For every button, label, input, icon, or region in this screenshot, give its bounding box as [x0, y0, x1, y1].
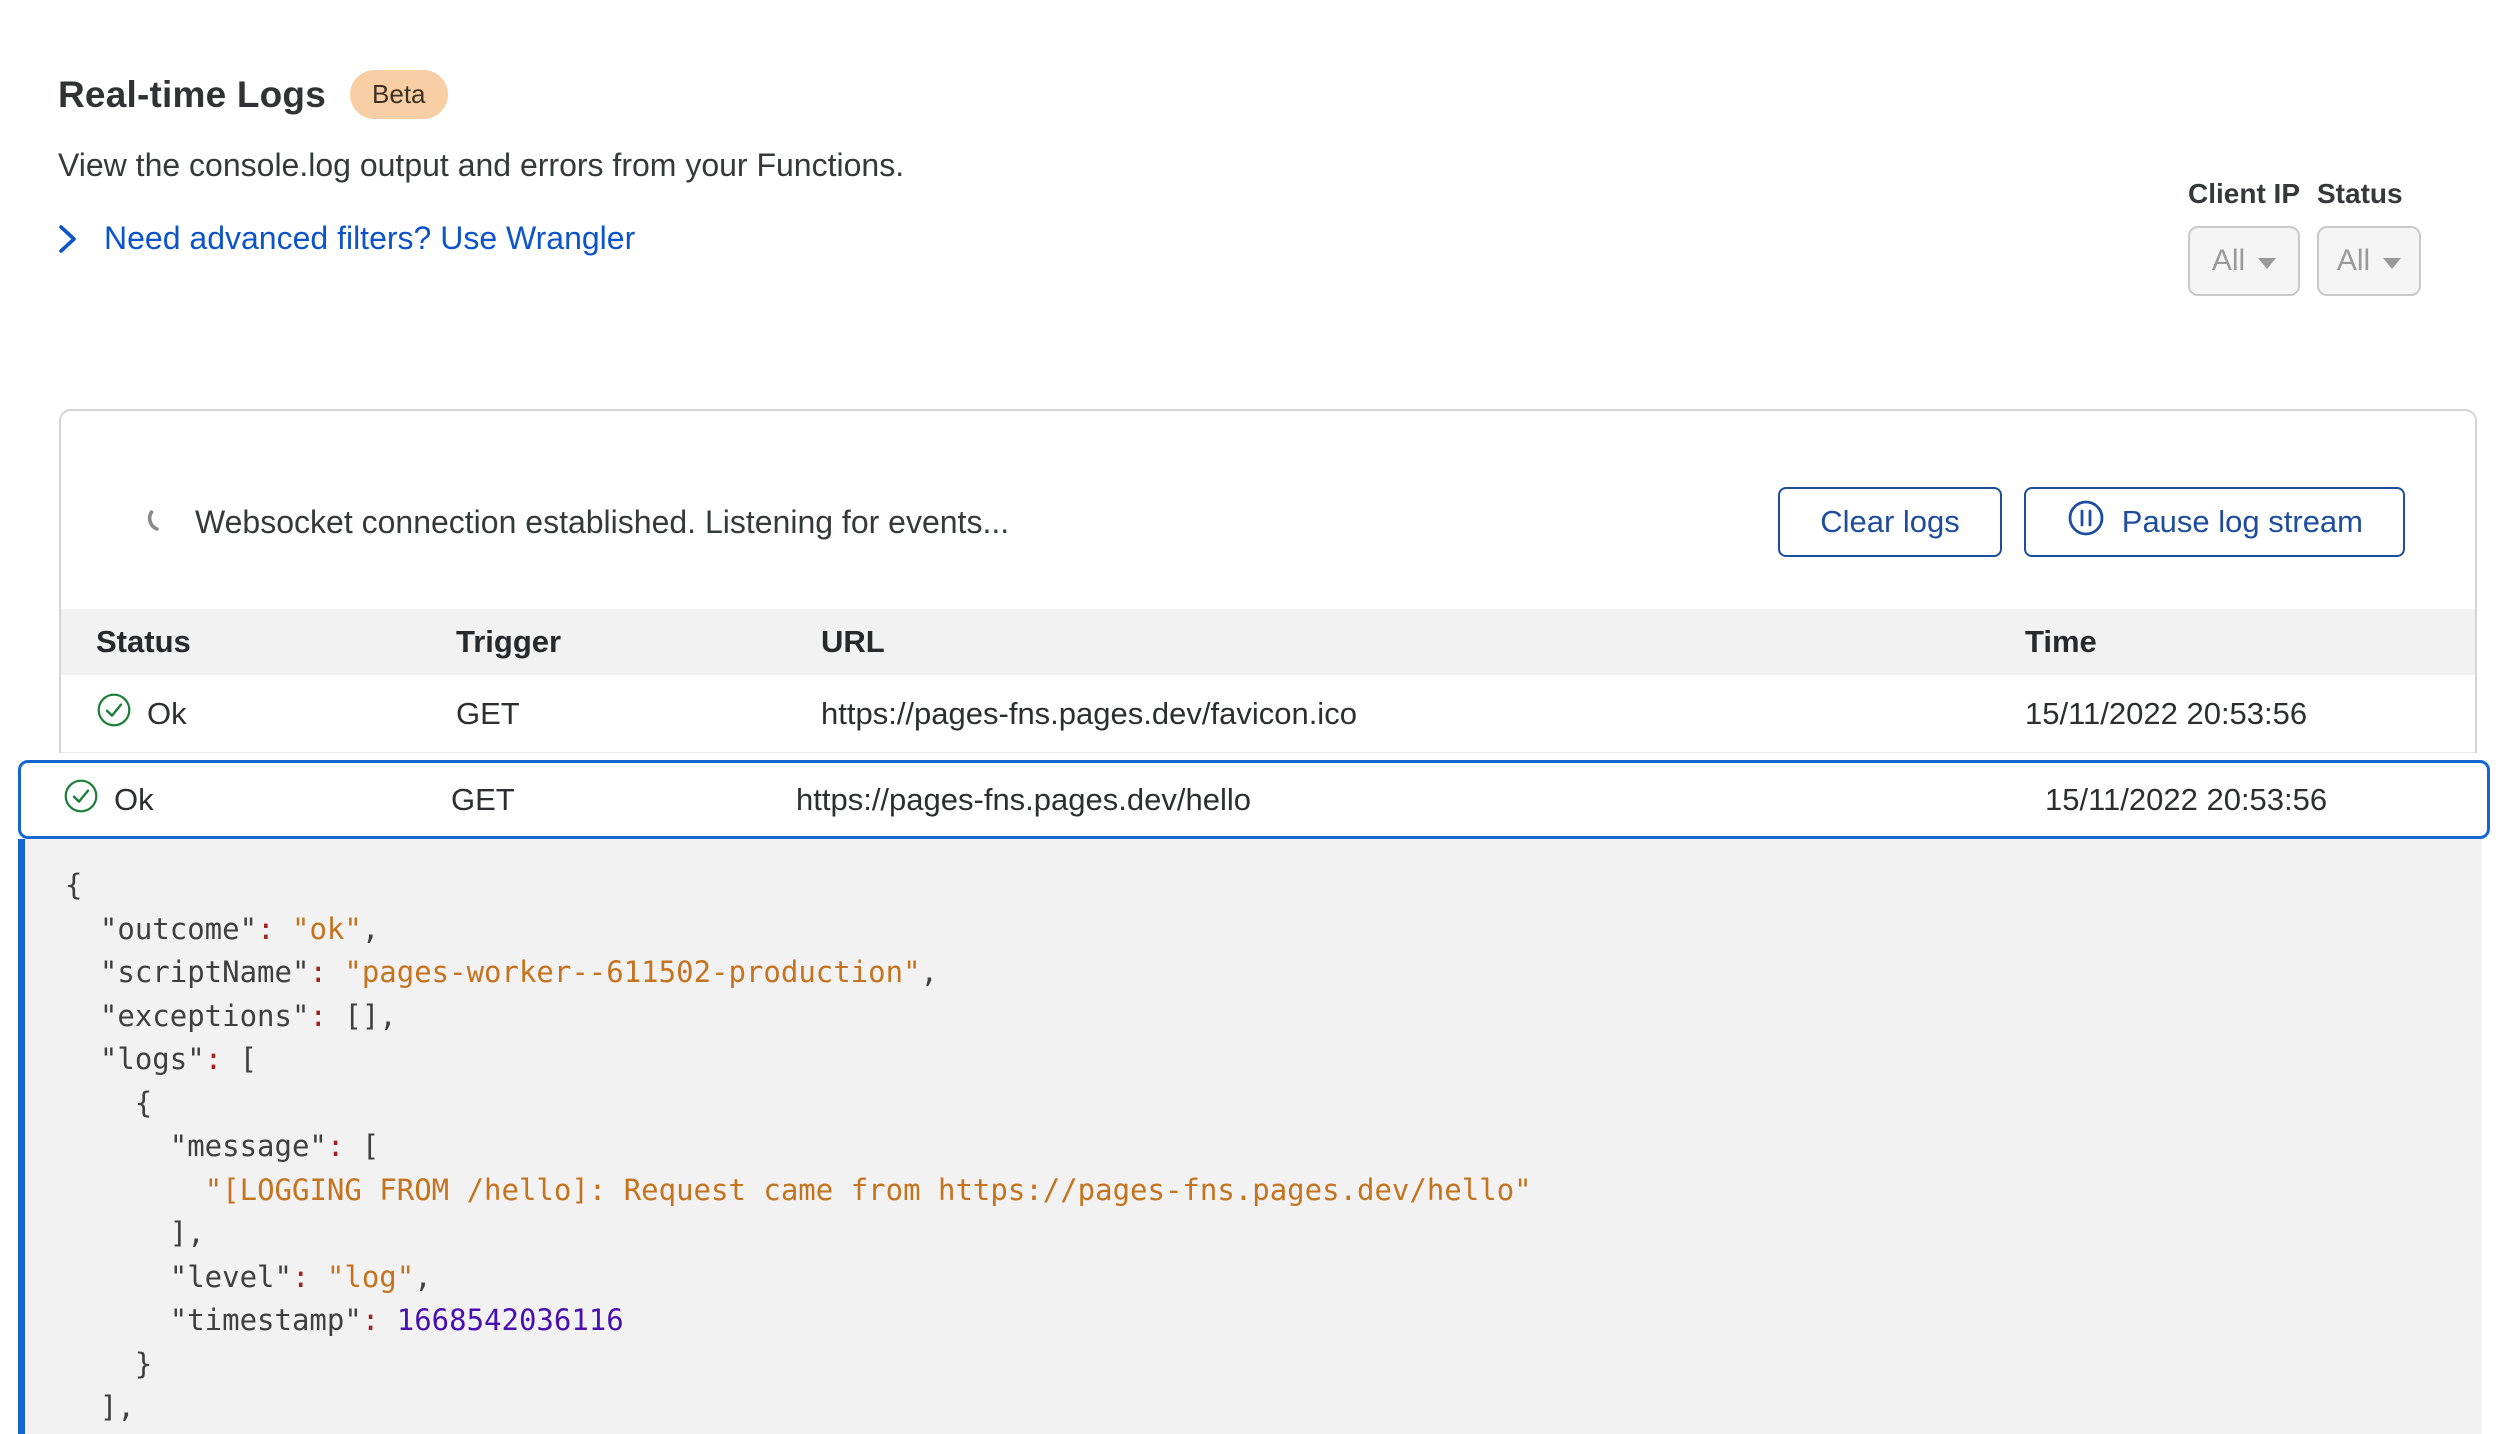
check-circle-icon [96, 692, 132, 736]
column-header-time: Time [2025, 624, 2475, 660]
status-filter-select[interactable]: All [2317, 226, 2421, 296]
page-subtitle: View the console.log output and errors f… [58, 147, 2508, 184]
filters: Client IP All Status All [2188, 178, 2421, 296]
websocket-status-text: Websocket connection established. Listen… [195, 504, 1009, 541]
clear-logs-button[interactable]: Clear logs [1778, 487, 2002, 557]
filter-client-ip: Client IP All [2188, 178, 2300, 296]
client-ip-filter-label: Client IP [2188, 178, 2300, 210]
pause-log-stream-label: Pause log stream [2122, 504, 2363, 540]
status-value: Ok [147, 696, 187, 732]
column-header-trigger: Trigger [456, 624, 821, 660]
filter-status: Status All [2317, 178, 2421, 296]
pause-log-stream-button[interactable]: Pause log stream [2024, 487, 2405, 557]
caret-down-icon [2383, 258, 2401, 269]
url-value: https://pages-fns.pages.dev/favicon.ico [821, 696, 2025, 732]
client-ip-filter-value: All [2212, 244, 2245, 278]
beta-badge: Beta [350, 70, 448, 119]
status-cell: Ok [63, 778, 451, 822]
status-value: Ok [114, 782, 154, 818]
time-value: 15/11/2022 20:53:56 [2045, 782, 2487, 818]
spinner-icon [145, 503, 175, 541]
advanced-filters-link-label: Need advanced filters? Use Wrangler [104, 220, 635, 257]
table-row[interactable]: Ok GET https://pages-fns.pages.dev/favic… [61, 675, 2475, 753]
status-filter-label: Status [2317, 178, 2421, 210]
status-cell: Ok [96, 692, 456, 736]
clear-logs-label: Clear logs [1820, 504, 1960, 540]
url-value: https://pages-fns.pages.dev/hello [796, 782, 2045, 818]
log-panel: Websocket connection established. Listen… [59, 409, 2477, 753]
time-value: 15/11/2022 20:53:56 [2025, 696, 2475, 732]
log-toolbar: Websocket connection established. Listen… [61, 411, 2475, 609]
table-row-selected[interactable]: Ok GET https://pages-fns.pages.dev/hello… [18, 760, 2490, 839]
realtime-logs-page: Real-time Logs Beta View the console.log… [0, 0, 2508, 1434]
json-code: { "outcome": "ok", "scriptName": "pages-… [65, 864, 2452, 1430]
json-drawer: { "outcome": "ok", "scriptName": "pages-… [18, 839, 2482, 1434]
status-filter-value: All [2337, 244, 2370, 278]
advanced-filters-link[interactable]: Need advanced filters? Use Wrangler [58, 220, 635, 257]
trigger-value: GET [456, 696, 821, 732]
check-circle-icon [63, 778, 99, 822]
title-row: Real-time Logs Beta [58, 70, 2508, 119]
page-header: Real-time Logs Beta View the console.log… [0, 0, 2508, 257]
column-header-status: Status [96, 624, 456, 660]
client-ip-filter-select[interactable]: All [2188, 226, 2300, 296]
table-header: Status Trigger URL Time [61, 609, 2475, 675]
column-header-url: URL [821, 624, 2025, 660]
websocket-status: Websocket connection established. Listen… [145, 503, 1009, 541]
pause-circle-icon [2066, 498, 2106, 546]
trigger-value: GET [451, 782, 796, 818]
toolbar-buttons: Clear logs Pause log stream [1778, 487, 2405, 557]
page-title: Real-time Logs [58, 74, 326, 116]
chevron-right-icon [58, 222, 78, 256]
caret-down-icon [2258, 258, 2276, 269]
expanded-log-entry: Ok GET https://pages-fns.pages.dev/hello… [18, 760, 2490, 1434]
